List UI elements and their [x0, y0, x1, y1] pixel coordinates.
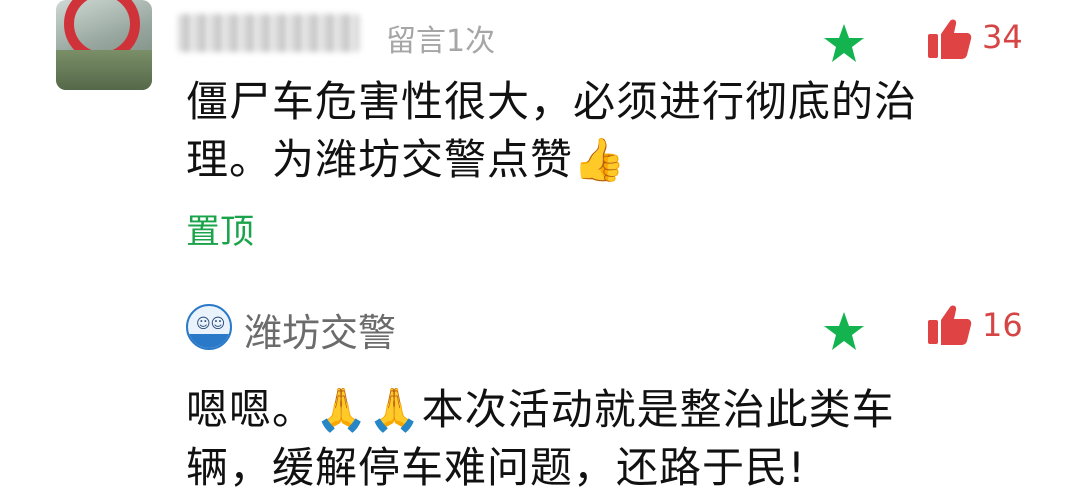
comment-text-line2: 理。为潍坊交警点赞👍 [186, 130, 1046, 190]
comment-text-line1: 僵尸车危害性很大，必须进行彻底的治 [186, 77, 918, 126]
star-icon[interactable] [822, 310, 866, 352]
star-icon[interactable] [822, 22, 866, 64]
comment-count-meta: 留言1次 [386, 24, 496, 59]
badge-strip [188, 334, 230, 348]
like-count: 16 [982, 306, 1023, 344]
pin-label[interactable]: 置顶 [186, 204, 254, 253]
reply-text-prefix: 嗯嗯。 [186, 385, 316, 434]
reply-text-line2: 辆，缓解停车难问题，还路于民! [186, 443, 806, 492]
thumbs-up-emoji-icon: 👍 [573, 135, 627, 184]
reply-text-suffix: 本次活动就是整治此类车 [421, 385, 895, 434]
user-avatar[interactable] [56, 0, 152, 90]
like-count: 34 [982, 18, 1023, 56]
comment-text: 理。为潍坊交警点赞 [186, 135, 574, 184]
official-badge-icon[interactable]: ☺☺ [186, 304, 232, 350]
username-blurred[interactable] [178, 14, 360, 52]
like-icon[interactable] [926, 304, 972, 346]
folded-hands-emoji-icon: 🙏🙏 [315, 385, 422, 434]
reply-author[interactable]: 潍坊交警 [244, 302, 396, 357]
reply-text-line1: 嗯嗯。🙏🙏本次活动就是整治此类车 [186, 380, 1066, 440]
badge-faces: ☺☺ [196, 316, 226, 332]
like-icon[interactable] [926, 18, 972, 60]
avatar-foliage-shape [56, 50, 152, 90]
